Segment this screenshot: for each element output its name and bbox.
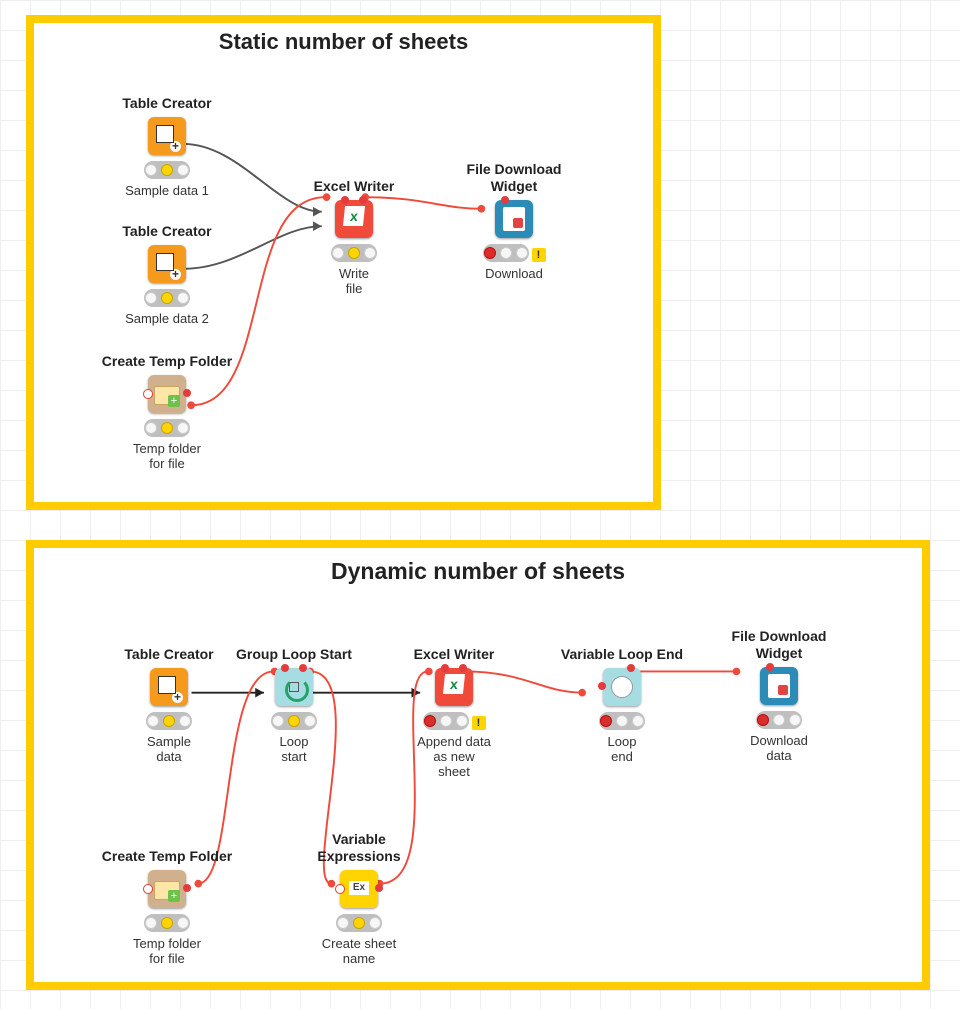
- flow-in-port: [335, 884, 345, 894]
- node-caption: Download data: [714, 733, 844, 763]
- flow-in-port: [143, 389, 153, 399]
- flow-out-port: [459, 664, 467, 672]
- variable-expressions-icon: [340, 870, 378, 908]
- node-caption: Loop start: [229, 734, 359, 764]
- node-label: Excel Writer: [389, 646, 519, 663]
- flow-out-port: [183, 389, 191, 397]
- flow-in-port: [281, 664, 289, 672]
- node-excel-writer[interactable]: Excel Writer Write file: [289, 178, 419, 296]
- flow-in-port: [441, 664, 449, 672]
- flow-in-port: [501, 196, 509, 204]
- status-lights: [144, 289, 190, 307]
- file-download-icon: [495, 200, 533, 238]
- flow-out-port: [299, 664, 307, 672]
- annotation-title: Static number of sheets: [34, 29, 653, 55]
- excel-writer-icon: [435, 668, 473, 706]
- table-creator-icon: [148, 117, 186, 155]
- node-label: Table Creator: [102, 95, 232, 112]
- node-table-creator-1[interactable]: Table Creator Sample data 1: [102, 95, 232, 198]
- node-caption: Append data as new sheet: [389, 734, 519, 779]
- node-caption: Sample data 1: [102, 183, 232, 198]
- folder-icon: [148, 375, 186, 413]
- node-caption: Sample data: [104, 734, 234, 764]
- node-caption: Loop end: [552, 734, 692, 764]
- folder-icon: [148, 870, 186, 908]
- node-caption: Temp folder for file: [82, 441, 252, 471]
- status-row: !: [449, 244, 579, 266]
- status-lights: [144, 419, 190, 437]
- node-label: Variable Loop End: [552, 646, 692, 663]
- status-lights: [271, 712, 317, 730]
- node-group-loop-start[interactable]: Group Loop Start Loop start: [229, 646, 359, 764]
- status-lights: [146, 712, 192, 730]
- warning-badge: !: [472, 716, 486, 730]
- flow-in-port: [341, 196, 349, 204]
- warning-badge: !: [532, 248, 546, 262]
- status-lights: [144, 161, 190, 179]
- node-variable-loop-end[interactable]: Variable Loop End Loop end: [552, 646, 692, 764]
- excel-writer-icon: [335, 200, 373, 238]
- file-download-icon: [760, 667, 798, 705]
- table-creator-icon: [150, 668, 188, 706]
- node-label: Variable Expressions: [294, 831, 424, 865]
- status-lights: [336, 914, 382, 932]
- node-label: Table Creator: [102, 223, 232, 240]
- flow-in-port: [598, 682, 606, 690]
- annotation-dynamic: Dynamic number of sheets Table Creator: [26, 540, 930, 990]
- node-table-creator[interactable]: Table Creator Sample data: [104, 646, 234, 764]
- status-lights: [331, 244, 377, 262]
- node-file-download-widget[interactable]: File Download Widget ! Download: [449, 161, 579, 281]
- node-table-creator-2[interactable]: Table Creator Sample data 2: [102, 223, 232, 326]
- status-lights: [144, 914, 190, 932]
- node-label: File Download Widget: [714, 628, 844, 662]
- node-caption: Write file: [289, 266, 419, 296]
- node-file-download-widget-dyn[interactable]: File Download Widget Download data: [714, 628, 844, 763]
- node-label: Excel Writer: [289, 178, 419, 195]
- node-create-temp-folder[interactable]: Create Temp Folder Temp folder for file: [82, 353, 252, 471]
- node-label: Group Loop Start: [229, 646, 359, 663]
- loop-end-icon: [603, 668, 641, 706]
- node-label: Table Creator: [104, 646, 234, 663]
- node-variable-expressions[interactable]: Variable Expressions Create sheet name: [294, 831, 424, 966]
- node-caption: Download: [449, 266, 579, 281]
- annotation-title: Dynamic number of sheets: [34, 558, 922, 585]
- flow-out-port: [183, 884, 191, 892]
- flow-out-port: [375, 884, 383, 892]
- flow-in-port: [766, 663, 774, 671]
- flow-out-port: [627, 664, 635, 672]
- table-creator-icon: [148, 245, 186, 283]
- status-row: !: [389, 712, 519, 734]
- status-lights: [756, 711, 802, 729]
- node-excel-writer-dyn[interactable]: Excel Writer ! Append data as new sheet: [389, 646, 519, 779]
- node-caption: Temp folder for file: [82, 936, 252, 966]
- flow-in-port: [143, 884, 153, 894]
- loop-start-icon: [275, 668, 313, 706]
- annotation-static: Static number of sheets Table Creator Sa…: [26, 15, 661, 510]
- status-lights: [599, 712, 645, 730]
- node-caption: Create sheet name: [294, 936, 424, 966]
- node-label: File Download Widget: [449, 161, 579, 195]
- node-label: Create Temp Folder: [82, 353, 252, 370]
- node-create-temp-folder-dyn[interactable]: Create Temp Folder Temp folder for file: [82, 848, 252, 966]
- node-label: Create Temp Folder: [82, 848, 252, 865]
- node-caption: Sample data 2: [102, 311, 232, 326]
- flow-out-port: [359, 196, 367, 204]
